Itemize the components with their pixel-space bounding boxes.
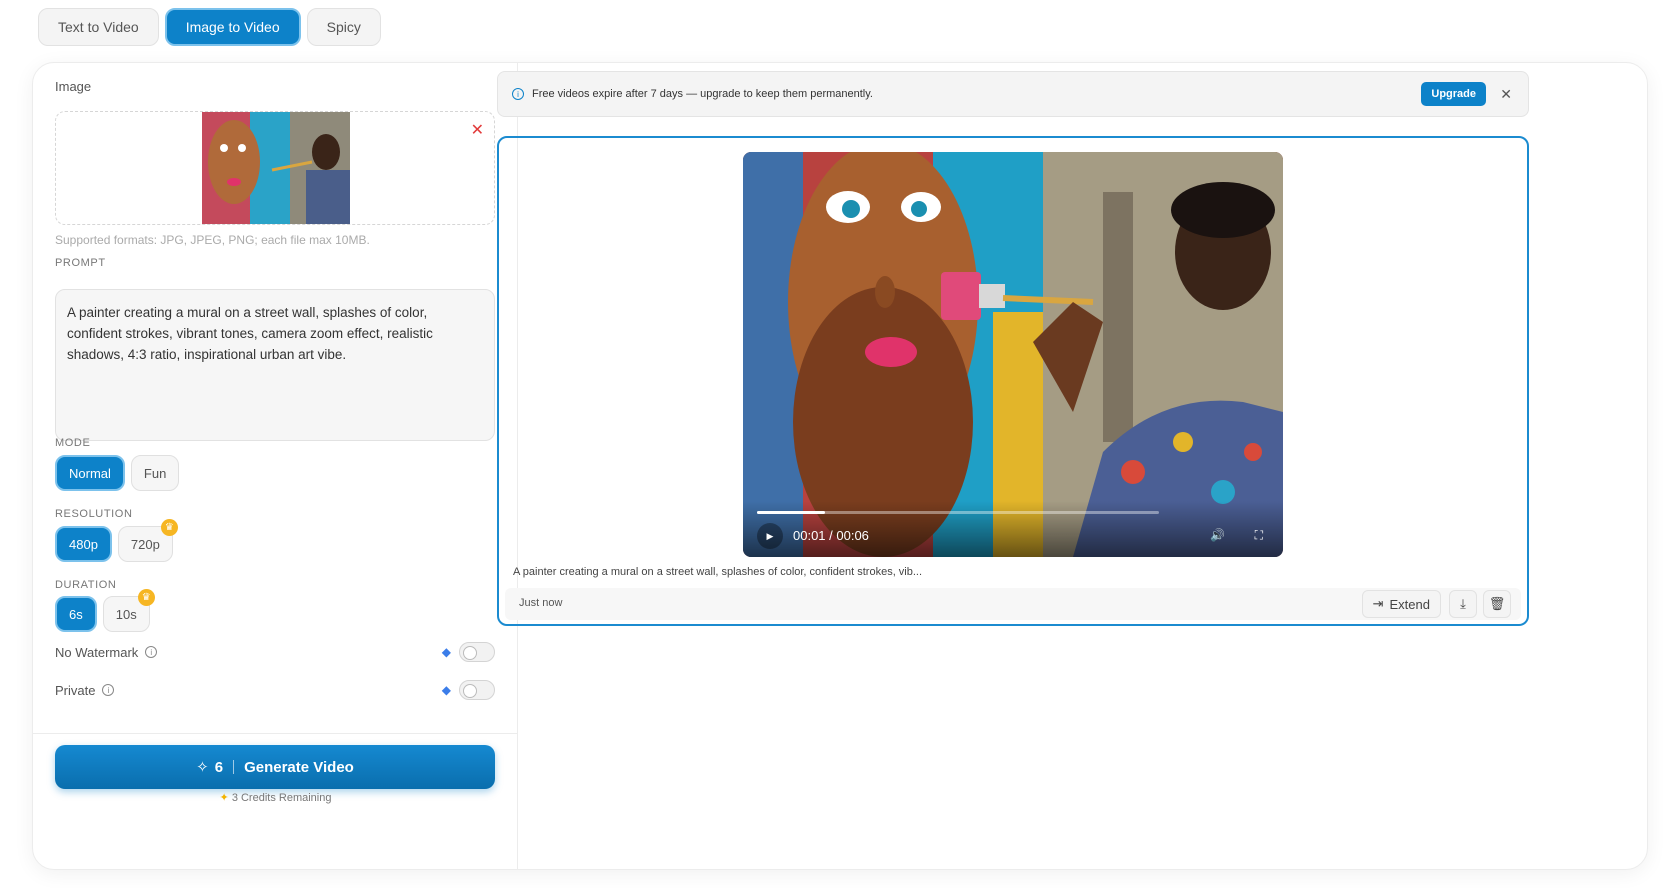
duration-10s-label: 10s — [115, 606, 137, 622]
sparkle-icon: ✦ — [219, 792, 229, 804]
crown-icon: ♛ — [160, 519, 178, 536]
generate-label: Generate Video — [244, 758, 354, 776]
sparkles-icon: ✧ — [196, 759, 209, 776]
duration-6s-button[interactable]: 6s — [55, 596, 97, 632]
video-frame — [743, 152, 1283, 557]
seek-progress — [757, 511, 826, 514]
volume-button[interactable]: 🔊 — [1210, 528, 1225, 542]
no-watermark-label: No Watermark — [55, 644, 139, 660]
remove-image-button[interactable]: ✕ — [471, 120, 484, 140]
private-label: Private — [55, 682, 96, 698]
video-controls: ▶ 00:01 / 00:06 🔊 ⛶ — [743, 501, 1283, 557]
image-upload-area[interactable]: ✕ — [55, 111, 495, 225]
settings-panel: Image ✕ Supported formats: JPG, JPEG, PN… — [33, 63, 518, 869]
no-watermark-row: No Watermark i ◆ — [55, 639, 495, 665]
play-icon: ▶ — [766, 530, 774, 541]
close-icon: ✕ — [1500, 85, 1512, 102]
mode-fun-button[interactable]: Fun — [130, 455, 180, 491]
expiry-notice: i Free videos expire after 7 days — upgr… — [497, 71, 1529, 117]
generate-cost: 6 — [214, 758, 224, 776]
image-format-hint: Supported formats: JPG, JPEG, PNG; each … — [55, 233, 370, 247]
info-icon[interactable]: i — [145, 646, 158, 658]
private-row: Private i ◆ — [55, 677, 495, 703]
image-label: Image — [55, 79, 92, 94]
info-icon[interactable]: i — [102, 684, 115, 696]
notice-text: Free videos expire after 7 days — upgrad… — [532, 88, 873, 100]
tab-text-to-video[interactable]: Text to Video — [38, 8, 159, 46]
main-card: Image ✕ Supported formats: JPG, JPEG, PN… — [32, 62, 1648, 870]
video-caption: A painter creating a mural on a street w… — [513, 566, 923, 578]
extend-button[interactable]: ⇥ Extend — [1361, 590, 1441, 618]
info-icon: i — [512, 88, 524, 100]
result-footer: Just now ⇥ Extend ⤓ 🗑 — [505, 588, 1521, 620]
resolution-label: RESOLUTION — [55, 508, 133, 520]
extend-icon: ⇥ — [1372, 596, 1384, 611]
separator — [233, 760, 235, 774]
resolution-480p-button[interactable]: 480p — [55, 526, 112, 562]
panel-divider — [33, 733, 518, 734]
mode-selector: Normal Fun — [55, 455, 180, 491]
seek-bar[interactable] — [757, 511, 1159, 514]
diamond-icon: ◆ — [441, 683, 451, 697]
prompt-input[interactable]: A painter creating a mural on a street w… — [55, 289, 495, 441]
trash-icon: 🗑 — [1488, 596, 1506, 611]
duration-label: DURATION — [55, 579, 117, 591]
close-notice-button[interactable]: ✕ — [1500, 86, 1512, 103]
crown-icon: ♛ — [137, 589, 155, 606]
resolution-720p-button[interactable]: 720p ♛ — [117, 519, 178, 562]
download-icon: ⤓ — [1460, 596, 1466, 611]
uploaded-image-thumbnail — [202, 112, 350, 224]
extend-label: Extend — [1389, 596, 1430, 612]
created-time: Just now — [519, 597, 563, 609]
private-toggle[interactable] — [459, 680, 495, 700]
mode-tabs: Text to Video Image to Video Spicy — [38, 8, 381, 46]
tab-image-to-video[interactable]: Image to Video — [164, 8, 301, 46]
duration-10s-button[interactable]: 10s ♛ — [102, 589, 155, 632]
tab-spicy[interactable]: Spicy — [306, 8, 381, 46]
fullscreen-icon: ⛶ — [1254, 528, 1263, 542]
video-player[interactable]: ▶ 00:01 / 00:06 🔊 ⛶ — [743, 152, 1283, 557]
delete-button[interactable]: 🗑 — [1483, 590, 1511, 618]
volume-icon: 🔊 — [1210, 528, 1225, 542]
credits-remaining: ✦ 3 Credits Remaining — [33, 791, 518, 804]
diamond-icon: ◆ — [441, 645, 451, 659]
close-icon: ✕ — [470, 122, 484, 139]
video-result-card: ▶ 00:01 / 00:06 🔊 ⛶ A painter creating a… — [497, 136, 1529, 626]
play-button[interactable]: ▶ — [757, 523, 783, 549]
resolution-selector: 480p 720p ♛ — [55, 519, 178, 562]
prompt-label: PROMPT — [55, 257, 106, 269]
video-time: 00:01 / 00:06 — [793, 528, 869, 543]
mode-normal-button[interactable]: Normal — [55, 455, 125, 491]
download-button[interactable]: ⤓ — [1449, 590, 1477, 618]
no-watermark-toggle[interactable] — [459, 642, 495, 662]
fullscreen-button[interactable]: ⛶ — [1255, 528, 1263, 543]
credits-text: 3 Credits Remaining — [231, 792, 332, 804]
generate-video-button[interactable]: ✧ 6 Generate Video — [55, 745, 495, 789]
resolution-720p-label: 720p — [130, 536, 160, 552]
duration-selector: 6s 10s ♛ — [55, 589, 155, 632]
upgrade-button[interactable]: Upgrade — [1421, 82, 1486, 106]
mode-label: MODE — [55, 437, 91, 449]
